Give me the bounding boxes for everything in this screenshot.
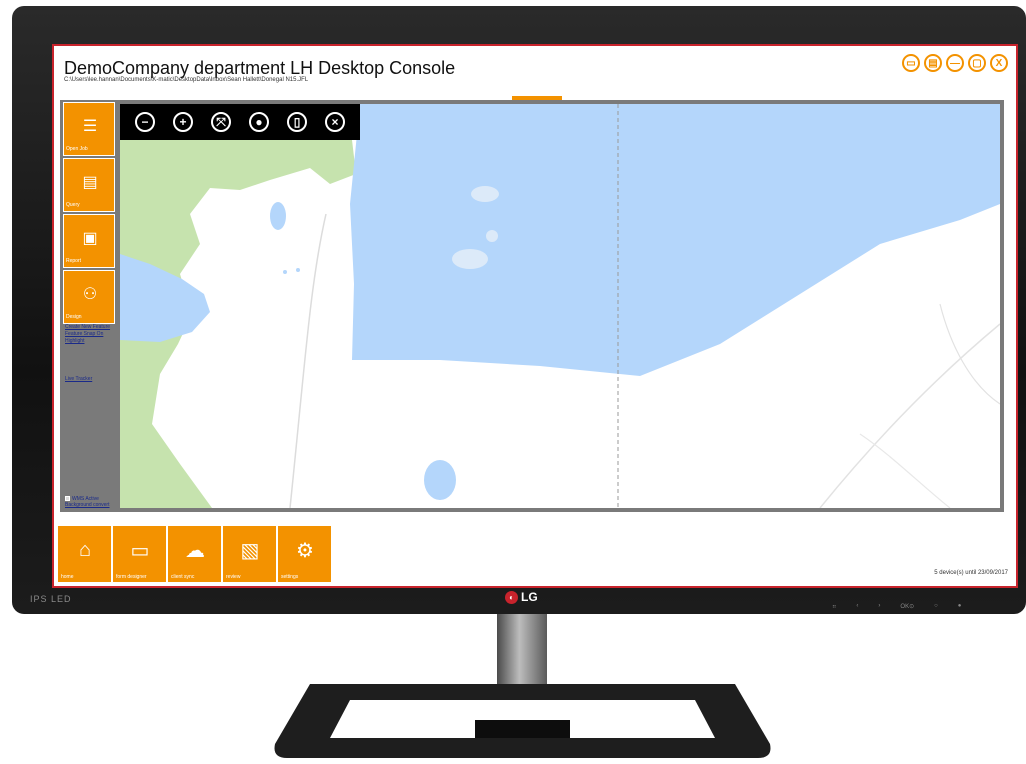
live-tracker-link[interactable]: Live Tracker — [65, 376, 92, 382]
ok-button[interactable]: OK⊙ — [900, 603, 914, 610]
open-job-label: Open Job — [66, 146, 88, 152]
island — [452, 249, 488, 269]
database-icon: ☰ — [82, 118, 98, 135]
checkbox-box[interactable] — [65, 496, 70, 502]
small-lake — [283, 270, 287, 274]
window-controls: ▭ ▤ — ▢ X — [902, 54, 1008, 72]
design-label: Design — [66, 314, 82, 320]
home-label: home — [61, 574, 74, 580]
bottom-bar: ⌂ home ▭ form designer ☁ client sync ▧ r… — [54, 520, 1016, 586]
gear-icon: ⚙ — [296, 539, 314, 562]
home-button[interactable]: ⌂ home — [58, 526, 112, 582]
close-icon[interactable]: X — [990, 54, 1008, 72]
clipboard-icon: ▭ — [130, 539, 150, 562]
query-label: Query — [66, 202, 80, 208]
map-layer — [120, 104, 1000, 508]
locate-icon[interactable]: ● — [249, 112, 269, 132]
form-designer-button[interactable]: ▭ form designer — [113, 526, 167, 582]
map-frame: − + ⤧ ● ▯ × — [120, 100, 1004, 512]
query-icon: ▤ — [82, 174, 98, 191]
highlight-link[interactable]: Highlight — [65, 338, 84, 344]
road — [289, 213, 327, 508]
app-header: DemoCompany department LH Desktop Consol… — [54, 46, 1016, 98]
settings-button[interactable]: ⚙ settings — [278, 526, 332, 582]
open-job-button[interactable]: ☰ Open Job — [63, 102, 115, 156]
power-icon[interactable]: ● — [958, 603, 962, 610]
lg-face-icon: ◐ — [505, 590, 518, 604]
layers-icon[interactable]: ▯ — [287, 112, 307, 132]
report-label: Report — [66, 258, 82, 264]
island — [471, 186, 499, 202]
input-icon[interactable]: ○ — [934, 603, 938, 610]
small-lake — [296, 268, 300, 272]
zoom-out-icon[interactable]: − — [135, 112, 155, 132]
wms-active-checkbox[interactable]: WMS Active Background convert — [65, 496, 109, 508]
small-lake — [270, 202, 286, 230]
big-water — [350, 104, 1000, 376]
create-new-feature-link[interactable]: Create New Feature — [65, 324, 110, 330]
background-convert-link[interactable]: Background convert — [65, 502, 109, 508]
road — [819, 323, 1000, 508]
map-toolbar: − + ⤧ ● ▯ × — [120, 104, 360, 140]
ips-led-label: IPS LED — [30, 594, 72, 604]
print-icon[interactable]: ▤ — [924, 54, 942, 72]
license-status: 5 device(s) until 23/09/2017 — [934, 570, 1008, 576]
report-button[interactable]: ▣ Report — [63, 214, 115, 268]
left-sidebar: ☰ Open Job ▤ Query ▣ Report ⚇ Design Cre… — [60, 100, 120, 512]
review-label: review — [226, 574, 241, 580]
base-connector — [475, 720, 570, 738]
design-button[interactable]: ⚇ Design — [63, 270, 115, 324]
clear-icon[interactable]: × — [325, 112, 345, 132]
lg-logo: ◐ LG — [505, 590, 538, 604]
design-icon: ⚇ — [82, 286, 98, 303]
page-title: DemoCompany department LH Desktop Consol… — [64, 58, 456, 78]
lg-logo-text: LG — [521, 590, 538, 604]
right-icon[interactable]: › — [878, 603, 880, 610]
small-lake — [424, 460, 456, 500]
feature-snap-link[interactable]: Feature Snap On — [65, 331, 103, 337]
monitor: DemoCompany department LH Desktop Consol… — [12, 6, 1026, 614]
query-button[interactable]: ▤ Query — [63, 158, 115, 212]
road — [939, 303, 1000, 405]
left-icon[interactable]: ‹ — [856, 603, 858, 610]
report-icon: ▣ — [82, 230, 98, 247]
map-icon: ▧ — [240, 539, 260, 562]
menu-icon[interactable]: ⠶ — [832, 603, 836, 610]
monitor-base — [274, 684, 771, 758]
review-button[interactable]: ▧ review — [223, 526, 277, 582]
zoom-in-icon[interactable]: + — [173, 112, 193, 132]
file-path: C:\Users\lee.hannan\Documents\K-matic\De… — [64, 77, 309, 83]
maximize-icon[interactable]: ▢ — [968, 54, 986, 72]
island — [486, 230, 498, 242]
bezel-controls: ⠶ ‹ › OK⊙ ○ ● — [832, 603, 961, 610]
client-sync-button[interactable]: ☁ client sync — [168, 526, 222, 582]
home-icon: ⌂ — [78, 538, 92, 561]
minimize-icon[interactable]: — — [946, 54, 964, 72]
map-canvas[interactable]: − + ⤧ ● ▯ × — [120, 104, 1000, 508]
map-view-icon[interactable]: ▭ — [902, 54, 920, 72]
zoom-extent-icon[interactable]: ⤧ — [211, 112, 231, 132]
settings-label: settings — [281, 574, 299, 580]
cloud-icon: ☁ — [185, 539, 205, 562]
form-designer-label: form designer — [116, 574, 147, 580]
app-window: DemoCompany department LH Desktop Consol… — [52, 44, 1018, 588]
client-sync-label: client sync — [171, 574, 195, 580]
